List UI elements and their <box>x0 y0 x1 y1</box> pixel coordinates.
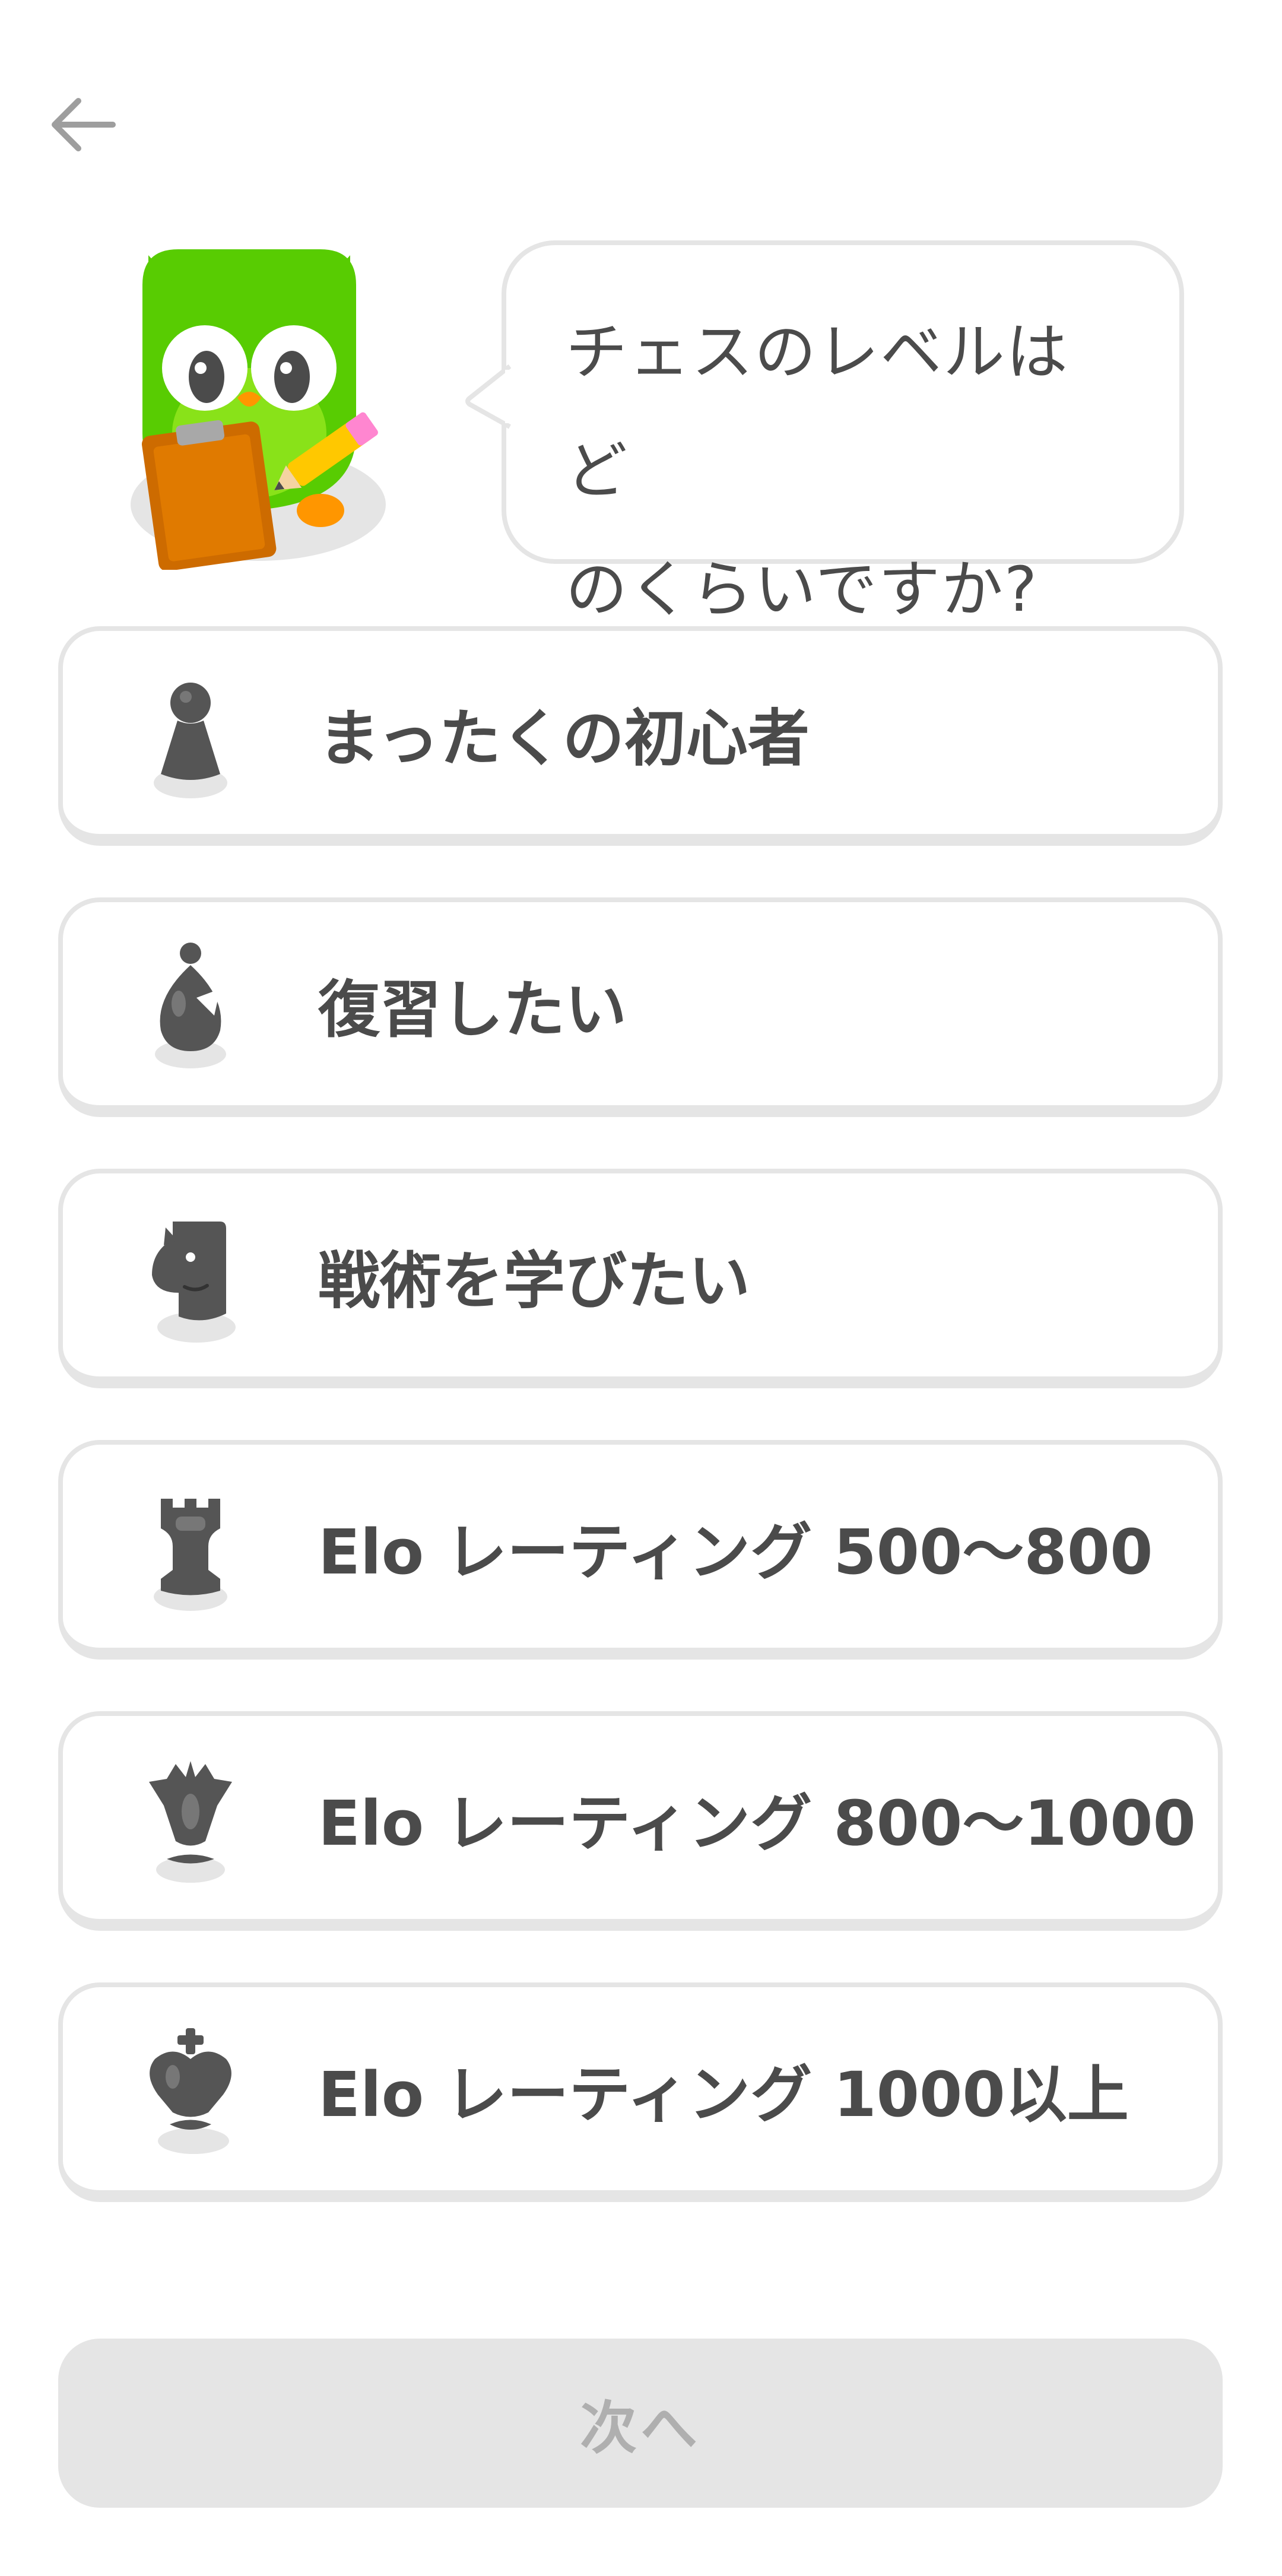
speech-bubble-tail <box>465 364 511 429</box>
option-elo-1000-plus[interactable]: Elo レーティング 1000以上 <box>58 1982 1223 2202</box>
question-text: チェスのレベルはど のくらいですか? <box>566 293 1126 649</box>
option-label: Elo レーティング 500〜800 <box>318 1515 1153 1588</box>
option-label: Elo レーティング 800〜1000 <box>318 1787 1196 1860</box>
pawn-icon <box>154 683 227 798</box>
option-icon-container <box>128 1472 253 1620</box>
option-elo-800-1000[interactable]: Elo レーティング 800〜1000 <box>58 1711 1223 1931</box>
king-icon <box>150 2028 231 2154</box>
option-label: 復習したい <box>318 973 627 1046</box>
knight-icon <box>152 1222 236 1343</box>
next-button[interactable]: 次へ <box>58 2339 1223 2508</box>
owl-mascot-with-clipboard-icon <box>131 249 386 572</box>
speech-bubble: チェスのレベルはど のくらいですか? <box>465 240 1184 626</box>
question-line-1: チェスのレベルはど <box>566 316 1070 507</box>
owl-mascot <box>125 237 398 572</box>
option-icon-container <box>128 2015 253 2163</box>
option-beginner[interactable]: まったくの初心者 <box>58 626 1223 846</box>
option-label: まったくの初心者 <box>318 702 810 775</box>
option-label: 戦術を学びたい <box>318 1244 751 1317</box>
option-elo-500-800[interactable]: Elo レーティング 500〜800 <box>58 1440 1223 1660</box>
queen-icon <box>149 1761 232 1883</box>
option-icon-container <box>128 929 253 1078</box>
option-icon-container <box>128 1743 253 1892</box>
option-label: Elo レーティング 1000以上 <box>318 2058 1129 2131</box>
option-icon-container <box>128 1201 253 1349</box>
option-review[interactable]: 復習したい <box>58 897 1223 1117</box>
option-icon-container <box>128 658 253 807</box>
back-button[interactable] <box>36 77 131 172</box>
arrow-left-icon <box>52 98 116 151</box>
rook-icon <box>154 1499 227 1611</box>
option-tactics[interactable]: 戦術を学びたい <box>58 1169 1223 1388</box>
bishop-icon <box>155 943 226 1068</box>
